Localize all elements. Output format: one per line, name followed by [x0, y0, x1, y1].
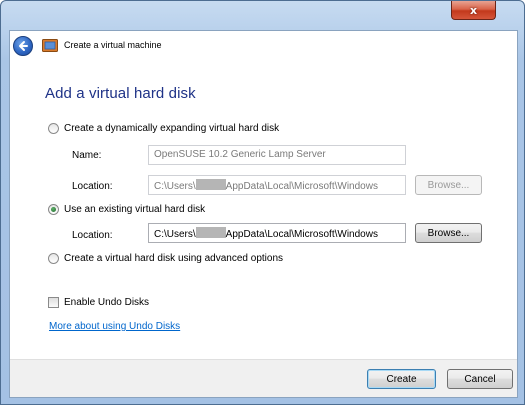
name-field[interactable]: OpenSUSE 10.2 Generic Lamp Server [148, 145, 406, 165]
window-title: Create a virtual machine [64, 40, 162, 50]
existing-browse-label: Browse... [427, 227, 470, 239]
page-heading: Add a virtual hard disk [45, 85, 196, 102]
close-icon: x [469, 3, 478, 17]
radio-dynamic-indicator[interactable] [48, 123, 59, 134]
back-button[interactable] [13, 36, 33, 56]
undo-disks-checkbox[interactable]: Enable Undo Disks [48, 297, 149, 308]
create-button[interactable]: Create [367, 369, 436, 389]
radio-existing-disk[interactable]: Use an existing virtual hard disk [48, 204, 205, 215]
radio-advanced-disk[interactable]: Create a virtual hard disk using advance… [48, 253, 283, 264]
undo-disks-label: Enable Undo Disks [64, 297, 150, 308]
existing-location-suffix: AppData\Local\Microsoft\Windows [225, 229, 378, 240]
dynamic-location-label: Location: [72, 181, 113, 192]
back-arrow-icon [19, 41, 28, 51]
radio-dynamic-disk[interactable]: Create a dynamically expanding virtual h… [48, 123, 279, 134]
existing-browse-button[interactable]: Browse... [415, 223, 482, 243]
radio-advanced-label: Create a virtual hard disk using advance… [64, 253, 284, 264]
cancel-button-label: Cancel [464, 373, 496, 385]
redacted-username [195, 179, 226, 190]
radio-existing-indicator[interactable] [48, 204, 59, 215]
radio-dynamic-label: Create a dynamically expanding virtual h… [64, 123, 280, 134]
existing-location-label: Location: [72, 230, 113, 241]
wizard-content: Add a virtual hard disk Create a dynamic… [10, 59, 517, 349]
dynamic-location-field[interactable]: C:\Users\ AppData\Local\Microsoft\Windows [148, 175, 406, 195]
name-label: Name: [72, 150, 102, 161]
name-field-value: OpenSUSE 10.2 Generic Lamp Server [154, 149, 326, 160]
title-bar: Create a virtual machine [10, 31, 517, 59]
undo-disks-help-link[interactable]: More about using Undo Disks [49, 321, 180, 332]
radio-advanced-indicator[interactable] [48, 253, 59, 264]
close-button[interactable]: x [451, 1, 496, 20]
dynamic-location-prefix: C:\Users\ [154, 181, 196, 192]
wizard-footer: Create Cancel [10, 359, 517, 397]
virtual-pc-icon [42, 39, 58, 52]
undo-disks-checkbox-box[interactable] [48, 297, 59, 308]
existing-location-prefix: C:\Users\ [154, 229, 196, 240]
cancel-button[interactable]: Cancel [447, 369, 513, 389]
existing-location-field[interactable]: C:\Users\ AppData\Local\Microsoft\Windows [148, 223, 406, 243]
radio-existing-label: Use an existing virtual hard disk [64, 204, 206, 215]
dynamic-browse-label: Browse... [427, 179, 470, 191]
client-area: Create a virtual machine Add a virtual h… [9, 30, 518, 398]
window-frame: x Create a virtual machine Add a virtual… [0, 0, 525, 405]
redacted-username [195, 227, 226, 238]
dynamic-location-suffix: AppData\Local\Microsoft\Windows [225, 181, 378, 192]
dynamic-browse-button[interactable]: Browse... [415, 175, 482, 195]
create-button-label: Create [386, 373, 417, 385]
